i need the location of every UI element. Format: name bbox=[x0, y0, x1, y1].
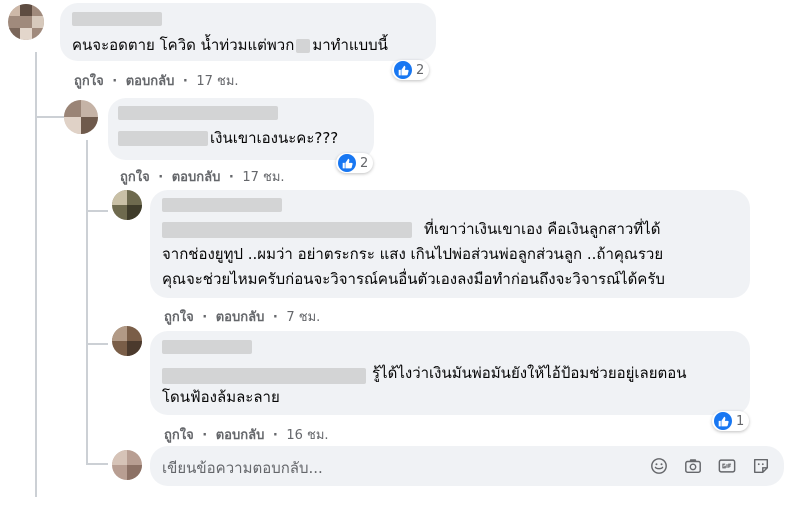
comment-text: ที่เขาว่าเงินเขาเอง คือเงินลูกสาวที่ได้ bbox=[424, 219, 660, 240]
comment-text: รู้ได้ไงว่าเงินมันพ่อมันยังให้ไอ้ป้อมช่ว… bbox=[372, 363, 687, 384]
reply-placeholder: เขียนข้อความตอบกลับ... bbox=[162, 459, 323, 477]
author-name-redacted[interactable] bbox=[162, 340, 252, 354]
camera-icon[interactable] bbox=[684, 457, 702, 475]
like-link[interactable]: ถูกใจ bbox=[164, 424, 194, 445]
thread-line-nested bbox=[86, 140, 88, 465]
comment-text: คุณจะช่วยไหมครับก่อนจะวิจารณ์คนอื่นตัวเอ… bbox=[162, 269, 665, 290]
emoji-icon[interactable] bbox=[650, 457, 668, 475]
comment-text: โดนฟ้องล้มละลาย bbox=[162, 387, 280, 408]
comment-text: คนจะอดตาย โควิด น้ำท่วมแต่พวก มาทำแบบนี้ bbox=[72, 35, 388, 56]
comment-actions: ถูกใจ · ตอบกลับ · 16 ชม. bbox=[162, 424, 331, 445]
reaction-number: 2 bbox=[360, 155, 369, 171]
like-link[interactable]: ถูกใจ bbox=[164, 306, 194, 327]
redacted-word bbox=[296, 38, 311, 53]
gif-icon[interactable] bbox=[718, 457, 736, 475]
reaction-count[interactable]: 1 bbox=[712, 411, 750, 431]
reaction-count[interactable]: 2 bbox=[392, 60, 430, 80]
redacted-text bbox=[162, 368, 366, 384]
comment-text-line: คุณจะช่วยไหมครับก่อนจะวิจารณ์คนอื่นตัวเอ… bbox=[162, 270, 665, 288]
like-icon bbox=[394, 61, 412, 79]
thread-line bbox=[35, 52, 37, 497]
thread-elbow bbox=[35, 116, 65, 118]
comment-actions: ถูกใจ · ตอบกลับ · 17 ชม. bbox=[118, 166, 287, 187]
thread-elbow-nested-3 bbox=[86, 463, 108, 465]
comment-text: เงินเขาเองนะคะ??? bbox=[210, 128, 338, 149]
comment-text-line: โดนฟ้องล้มละลาย bbox=[162, 388, 280, 406]
comment-actions: ถูกใจ · ตอบกลับ · 7 ชม. bbox=[162, 306, 322, 327]
timestamp[interactable]: 17 ชม. bbox=[196, 70, 238, 91]
sticker-icon[interactable] bbox=[752, 457, 770, 475]
redacted-text bbox=[162, 222, 412, 238]
avatar[interactable] bbox=[112, 190, 142, 220]
reply-input[interactable]: เขียนข้อความตอบกลับ... bbox=[150, 446, 784, 486]
comment-text-line: เงินเขาเองนะคะ??? bbox=[210, 129, 339, 147]
thread-elbow-nested-2 bbox=[86, 343, 108, 345]
like-link[interactable]: ถูกใจ bbox=[120, 166, 150, 187]
like-icon bbox=[338, 154, 356, 172]
comment-text-line: รู้ได้ไงว่าเงินมันพ่อมันยังให้ไอ้ป้อมช่ว… bbox=[372, 364, 687, 382]
reply-link[interactable]: ตอบกลับ bbox=[126, 70, 175, 91]
avatar[interactable] bbox=[64, 100, 98, 134]
reply-link[interactable]: ตอบกลับ bbox=[216, 306, 265, 327]
author-name-redacted[interactable] bbox=[118, 106, 278, 120]
avatar[interactable] bbox=[112, 326, 142, 356]
comment-text-line: จากช่องยูทูป ..ผมว่า อย่าตระกระ แสง เกิน… bbox=[162, 245, 664, 263]
comment-text-line: มาทำแบบนี้ bbox=[312, 36, 388, 54]
reaction-count[interactable]: 2 bbox=[336, 153, 374, 173]
reply-link[interactable]: ตอบกลับ bbox=[172, 166, 221, 187]
author-name-redacted[interactable] bbox=[72, 12, 162, 26]
author-name-redacted[interactable] bbox=[162, 198, 282, 212]
comment-actions: ถูกใจ · ตอบกลับ · 17 ชม. bbox=[72, 70, 241, 91]
like-link[interactable]: ถูกใจ bbox=[74, 70, 104, 91]
avatar[interactable] bbox=[8, 4, 44, 40]
redacted-text bbox=[118, 131, 208, 146]
comment-text: จากช่องยูทูป ..ผมว่า อย่าตระกระ แสง เกิน… bbox=[162, 244, 663, 265]
like-icon bbox=[714, 412, 732, 430]
avatar[interactable] bbox=[112, 450, 142, 480]
reaction-number: 2 bbox=[416, 62, 425, 78]
timestamp[interactable]: 17 ชม. bbox=[242, 166, 284, 187]
timestamp[interactable]: 7 ชม. bbox=[286, 306, 320, 327]
comment-text-line: คนจะอดตาย โควิด น้ำท่วมแต่พวก bbox=[72, 36, 295, 54]
timestamp[interactable]: 16 ชม. bbox=[286, 424, 328, 445]
reaction-number: 1 bbox=[736, 413, 745, 429]
reply-link[interactable]: ตอบกลับ bbox=[216, 424, 265, 445]
thread-elbow-nested-1 bbox=[86, 210, 108, 212]
comment-text-line: ที่เขาว่าเงินเขาเอง คือเงินลูกสาวที่ได้ bbox=[424, 220, 661, 238]
